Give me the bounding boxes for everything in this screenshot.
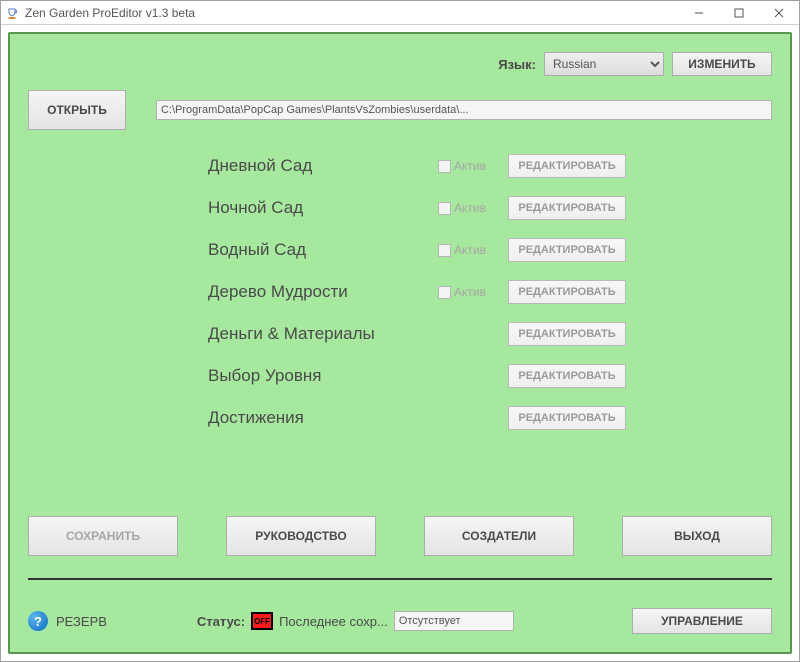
section-day-garden: Дневной Сад Актив РЕДАКТИРОВАТЬ [208,154,742,178]
manage-button[interactable]: УПРАВЛЕНИЕ [632,608,772,634]
section-achievements: Достижения РЕДАКТИРОВАТЬ [208,406,742,430]
section-title: Дерево Мудрости [208,282,438,302]
active-checkbox-tree[interactable]: Актив [438,285,486,299]
active-checkbox-water[interactable]: Актив [438,243,486,257]
section-title: Водный Сад [208,240,438,260]
sections-list: Дневной Сад Актив РЕДАКТИРОВАТЬ Ночной С… [208,154,742,430]
section-title: Достижения [208,408,438,428]
window-title: Zen Garden ProEditor v1.3 beta [25,6,679,20]
titlebar: Zen Garden ProEditor v1.3 beta [1,1,799,25]
section-title: Выбор Уровня [208,366,438,386]
active-checkbox-night[interactable]: Актив [438,201,486,215]
last-save-label: Последнее сохр... [279,614,388,629]
language-row: Язык: Russian ИЗМЕНИТЬ [28,52,772,76]
help-icon[interactable]: ? [28,611,48,631]
open-button[interactable]: ОТКРЫТЬ [28,90,126,130]
section-water-garden: Водный Сад Актив РЕДАКТИРОВАТЬ [208,238,742,262]
close-button[interactable] [759,1,799,25]
exit-button[interactable]: ВЫХОД [622,516,772,556]
section-level: Выбор Уровня РЕДАКТИРОВАТЬ [208,364,742,388]
section-title: Деньги & Материалы [208,324,438,344]
reserve-label: РЕЗЕРВ [56,614,107,629]
guide-button[interactable]: РУКОВОДСТВО [226,516,376,556]
app-window: Zen Garden ProEditor v1.3 beta Язык: Rus… [0,0,800,662]
path-input[interactable] [156,100,772,120]
edit-button-water[interactable]: РЕДАКТИРОВАТЬ [508,238,626,262]
section-title: Ночной Сад [208,198,438,218]
active-checkbox-day[interactable]: Актив [438,159,486,173]
app-body: Язык: Russian ИЗМЕНИТЬ ОТКРЫТЬ Дневной С… [1,25,799,661]
save-button[interactable]: СОХРАНИТЬ [28,516,178,556]
edit-button-night[interactable]: РЕДАКТИРОВАТЬ [508,196,626,220]
java-cup-icon [5,5,21,21]
status-label: Статус: [197,614,245,629]
status-bar: ? РЕЗЕРВ Статус: OFF Последнее сохр... У… [28,608,772,634]
last-save-field [394,611,514,631]
section-title: Дневной Сад [208,156,438,176]
checkbox-icon [438,202,451,215]
section-money: Деньги & Материалы РЕДАКТИРОВАТЬ [208,322,742,346]
edit-button-tree[interactable]: РЕДАКТИРОВАТЬ [508,280,626,304]
maximize-button[interactable] [719,1,759,25]
section-wisdom-tree: Дерево Мудрости Актив РЕДАКТИРОВАТЬ [208,280,742,304]
section-night-garden: Ночной Сад Актив РЕДАКТИРОВАТЬ [208,196,742,220]
language-select[interactable]: Russian [544,52,664,76]
open-row: ОТКРЫТЬ [28,90,772,130]
minimize-button[interactable] [679,1,719,25]
edit-button-achievements[interactable]: РЕДАКТИРОВАТЬ [508,406,626,430]
creators-button[interactable]: СОЗДАТЕЛИ [424,516,574,556]
status-indicator: OFF [251,612,273,630]
edit-button-level[interactable]: РЕДАКТИРОВАТЬ [508,364,626,388]
checkbox-icon [438,244,451,257]
main-panel: Язык: Russian ИЗМЕНИТЬ ОТКРЫТЬ Дневной С… [8,32,792,654]
change-language-button[interactable]: ИЗМЕНИТЬ [672,52,772,76]
checkbox-icon [438,286,451,299]
language-label: Язык: [498,57,536,72]
checkbox-icon [438,160,451,173]
edit-button-day[interactable]: РЕДАКТИРОВАТЬ [508,154,626,178]
bottom-button-row: СОХРАНИТЬ РУКОВОДСТВО СОЗДАТЕЛИ ВЫХОД [28,516,772,580]
edit-button-money[interactable]: РЕДАКТИРОВАТЬ [508,322,626,346]
